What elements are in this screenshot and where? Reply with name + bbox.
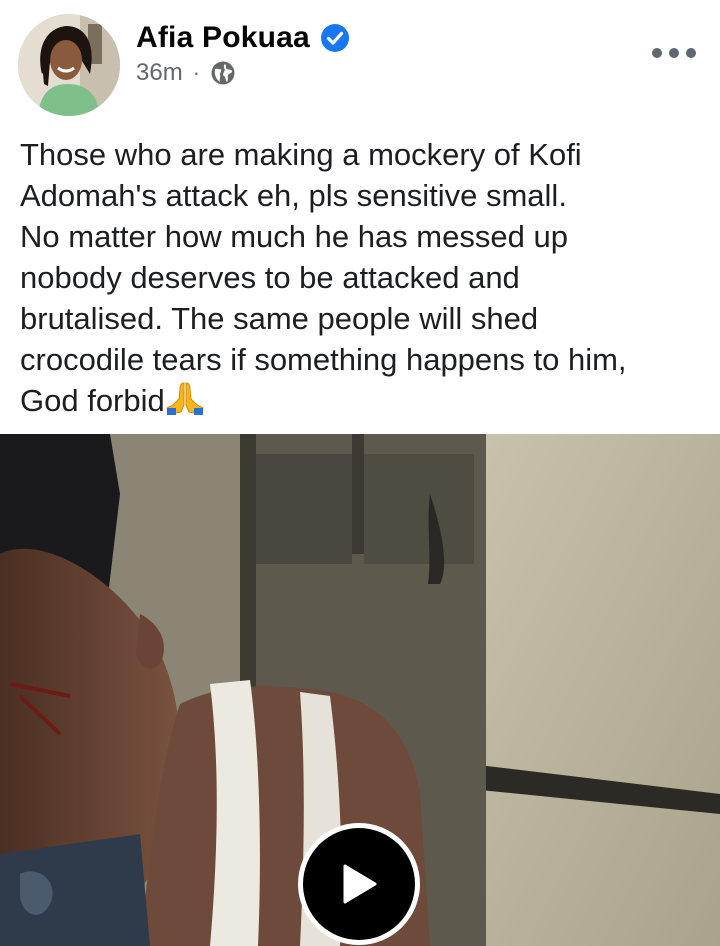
more-dot bbox=[686, 48, 696, 58]
globe-icon[interactable] bbox=[210, 60, 236, 86]
more-options-icon[interactable] bbox=[652, 38, 696, 68]
facebook-post: Afia Pokuaa 36m · Those who are making a… bbox=[0, 0, 720, 946]
post-text-line: Those who are making a mockery of Kofi bbox=[20, 137, 582, 172]
post-text-line: Adomah's attack eh, pls sensitive small. bbox=[20, 178, 567, 213]
post-text: Those who are making a mockery of Kofi A… bbox=[20, 134, 710, 421]
play-icon bbox=[343, 864, 377, 904]
author-name[interactable]: Afia Pokuaa bbox=[136, 21, 310, 55]
post-meta: 36m · bbox=[136, 58, 236, 88]
post-header: Afia Pokuaa 36m · bbox=[0, 0, 720, 125]
more-dot bbox=[669, 48, 679, 58]
post-text-line: brutalised. The same people will shed bbox=[20, 301, 539, 336]
more-dot bbox=[652, 48, 662, 58]
post-timestamp[interactable]: 36m bbox=[136, 59, 183, 87]
meta-separator: · bbox=[192, 60, 201, 85]
play-button[interactable] bbox=[303, 828, 415, 940]
post-text-line: nobody deserves to be attacked and bbox=[20, 260, 520, 295]
author-avatar[interactable] bbox=[18, 14, 120, 116]
avatar-photo bbox=[18, 14, 120, 116]
post-text-line: God forbid bbox=[20, 383, 165, 418]
post-text-line: crocodile tears if something happens to … bbox=[20, 342, 627, 377]
praying-hands-emoji bbox=[166, 382, 204, 415]
post-text-last-line: God forbid bbox=[20, 380, 710, 421]
author-line: Afia Pokuaa bbox=[136, 20, 350, 56]
post-text-line: No matter how much he has messed up bbox=[20, 219, 568, 254]
verified-badge-icon bbox=[320, 24, 349, 52]
